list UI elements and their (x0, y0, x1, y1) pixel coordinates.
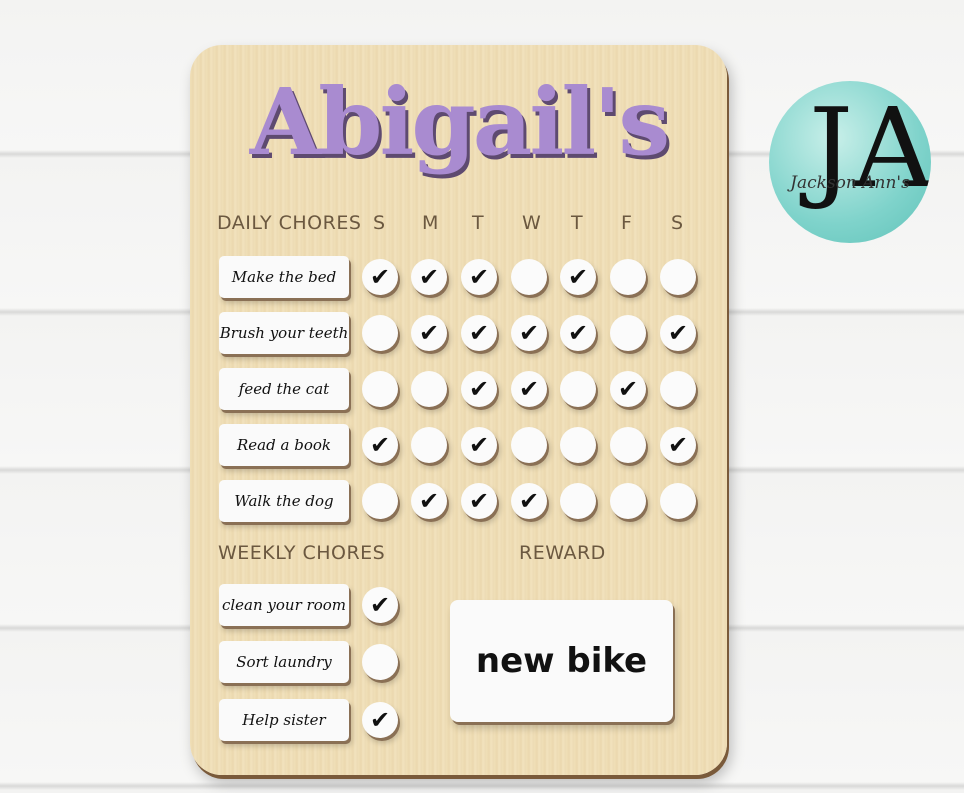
check-circle[interactable]: ✔ (411, 483, 447, 519)
daily-chores-header: DAILY CHORES (217, 212, 362, 234)
chore-label: feed the cat (219, 368, 349, 410)
check-circle[interactable] (610, 315, 646, 351)
check-circle[interactable] (610, 259, 646, 295)
day-header: M (422, 212, 439, 234)
check-icon: ✔ (418, 319, 440, 347)
check-circle[interactable] (660, 259, 696, 295)
check-circle[interactable]: ✔ (511, 371, 547, 407)
check-icon: ✔ (667, 431, 689, 459)
check-icon: ✔ (518, 487, 540, 515)
check-circle[interactable]: ✔ (362, 259, 398, 295)
check-circle[interactable]: ✔ (660, 315, 696, 351)
check-icon: ✔ (518, 319, 540, 347)
check-icon: ✔ (418, 263, 440, 291)
check-circle[interactable] (660, 483, 696, 519)
board-title: Abigail's (249, 68, 670, 176)
check-circle[interactable] (511, 427, 547, 463)
check-circle[interactable]: ✔ (660, 427, 696, 463)
check-circle[interactable]: ✔ (411, 259, 447, 295)
check-circle[interactable]: ✔ (610, 371, 646, 407)
check-circle[interactable] (411, 427, 447, 463)
check-circle[interactable] (362, 644, 398, 680)
check-icon: ✔ (667, 319, 689, 347)
check-circle[interactable]: ✔ (362, 702, 398, 738)
check-icon: ✔ (567, 319, 589, 347)
chore-label: Walk the dog (219, 480, 349, 522)
weekly-chore-label: clean your room (219, 584, 349, 626)
day-header: S (671, 212, 684, 234)
check-circle[interactable] (362, 483, 398, 519)
check-circle[interactable]: ✔ (461, 315, 497, 351)
brand-logo: JA Jackson Ann's (769, 81, 931, 243)
chore-label: Read a book (219, 424, 349, 466)
weekly-chores-header: WEEKLY CHORES (218, 542, 386, 564)
check-circle[interactable]: ✔ (560, 315, 596, 351)
check-circle[interactable]: ✔ (362, 587, 398, 623)
day-header: W (522, 212, 542, 234)
check-icon: ✔ (418, 487, 440, 515)
chore-label: Brush your teeth (219, 312, 349, 354)
weekly-chore-label: Help sister (219, 699, 349, 741)
check-circle[interactable]: ✔ (511, 483, 547, 519)
check-icon: ✔ (468, 487, 490, 515)
check-circle[interactable] (560, 483, 596, 519)
check-circle[interactable] (511, 259, 547, 295)
check-icon: ✔ (468, 319, 490, 347)
weekly-chore-label: Sort laundry (219, 641, 349, 683)
logo-name: Jackson Ann's (790, 173, 910, 193)
check-circle[interactable]: ✔ (511, 315, 547, 351)
check-circle[interactable] (660, 371, 696, 407)
check-circle[interactable] (610, 427, 646, 463)
check-circle[interactable] (610, 483, 646, 519)
check-icon: ✔ (518, 375, 540, 403)
check-circle[interactable]: ✔ (362, 427, 398, 463)
check-icon: ✔ (617, 375, 639, 403)
check-circle[interactable]: ✔ (461, 259, 497, 295)
check-circle[interactable]: ✔ (461, 371, 497, 407)
check-icon: ✔ (567, 263, 589, 291)
day-header: T (472, 212, 485, 234)
check-icon: ✔ (369, 263, 391, 291)
check-icon: ✔ (369, 431, 391, 459)
check-circle[interactable] (362, 315, 398, 351)
reward-card: new bike (450, 600, 673, 722)
reward-header: REWARD (519, 542, 606, 564)
check-circle[interactable]: ✔ (560, 259, 596, 295)
check-circle[interactable] (560, 371, 596, 407)
check-icon: ✔ (468, 431, 490, 459)
check-icon: ✔ (468, 263, 490, 291)
check-icon: ✔ (468, 375, 490, 403)
check-circle[interactable]: ✔ (461, 483, 497, 519)
day-header: S (373, 212, 386, 234)
check-icon: ✔ (369, 706, 391, 734)
check-circle[interactable] (411, 371, 447, 407)
check-circle[interactable] (560, 427, 596, 463)
check-circle[interactable]: ✔ (411, 315, 447, 351)
day-header: F (621, 212, 633, 234)
check-circle[interactable]: ✔ (461, 427, 497, 463)
day-header: T (571, 212, 584, 234)
chore-label: Make the bed (219, 256, 349, 298)
check-circle[interactable] (362, 371, 398, 407)
check-icon: ✔ (369, 591, 391, 619)
